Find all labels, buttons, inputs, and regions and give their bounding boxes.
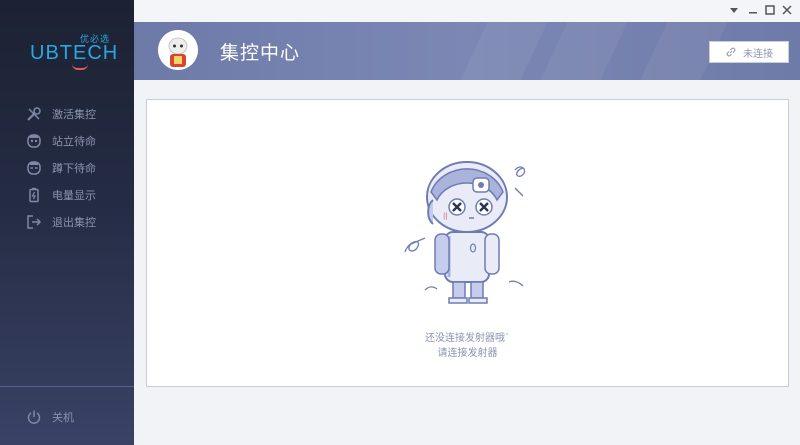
disconnected-robot-illustration: || — [404, 161, 526, 304]
sidebar-item-activate-control[interactable]: 激活集控 — [26, 104, 126, 124]
sidebar-item-label: 站立待命 — [52, 135, 96, 148]
link-icon — [726, 47, 736, 57]
header-decoration — [540, 22, 628, 80]
sidebar-item-stand-by[interactable]: 站立待命 — [26, 131, 126, 151]
power-icon — [27, 410, 41, 424]
sidebar-item-label: 退出集控 — [52, 216, 96, 229]
sidebar-item-label: 激活集控 — [52, 108, 96, 121]
sidebar-item-label: 电量显示 — [52, 189, 96, 202]
maximize-icon[interactable] — [763, 3, 777, 17]
sidebar-item-battery[interactable]: 电量显示 — [26, 185, 126, 205]
exit-icon — [27, 215, 42, 229]
sidebar-item-label: 蹲下待命 — [52, 162, 96, 175]
robot-avatar-icon — [158, 30, 198, 70]
logo-wordmark: UBTECH — [30, 42, 119, 64]
sidebar-divider — [0, 386, 134, 387]
close-icon[interactable] — [780, 3, 794, 17]
avatar — [158, 30, 198, 70]
sidebar-item-exit-control[interactable]: 退出集控 — [26, 212, 126, 232]
connection-status-label: 未连接 — [743, 48, 773, 60]
sidebar-item-squat-standby[interactable]: 蹲下待命 — [26, 158, 126, 178]
robot-face-icon — [27, 161, 41, 175]
main-content-panel: || 还没连接发射器哦` 请连接发射器 — [146, 99, 789, 387]
power-off-label: 关机 — [52, 411, 74, 424]
dropdown-icon[interactable] — [727, 3, 741, 17]
battery-icon — [29, 187, 39, 203]
robot-face-icon — [27, 134, 41, 148]
no-connection-message: 还没连接发射器哦` — [425, 333, 510, 344]
tools-icon — [27, 107, 41, 121]
page-title: 集控中心 — [220, 42, 301, 64]
header-decoration — [460, 22, 548, 80]
power-off-button[interactable]: 关机 — [26, 409, 74, 425]
sidebar: 优必选 UBTECH 激活集控 站立待命 蹲下待命 电量显示 退出集控 关机 — [0, 0, 134, 445]
logo-smile-mark — [72, 64, 88, 70]
minimize-icon[interactable] — [746, 3, 760, 17]
page-header: 集控中心 未连接 — [134, 22, 800, 80]
connect-transmitter-hint: 请连接发射器 — [437, 348, 498, 359]
window-titlebar — [134, 0, 800, 22]
connection-status-button[interactable]: 未连接 — [709, 41, 789, 63]
svg-text:||: || — [443, 212, 448, 220]
ubtech-logo: 优必选 UBTECH — [30, 30, 120, 70]
